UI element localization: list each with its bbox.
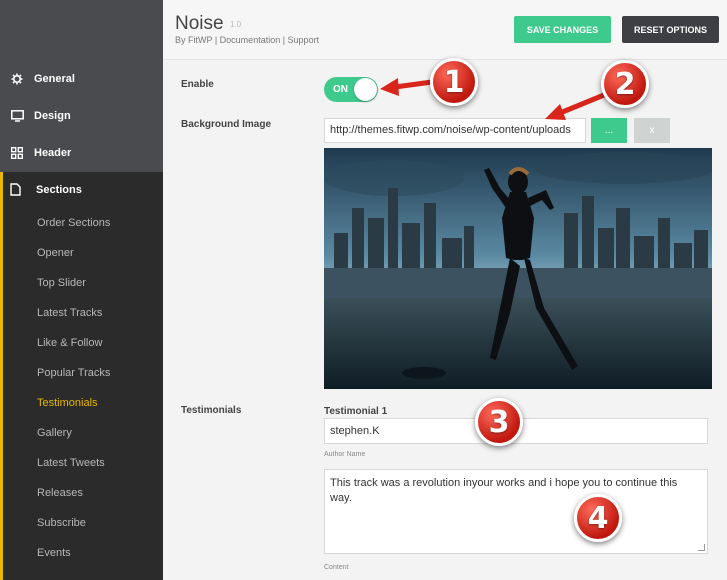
upload-button[interactable]: ... [591, 118, 627, 143]
reset-options-button[interactable]: RESET OPTIONS [622, 16, 719, 43]
sidebar-subitem-events[interactable]: Events [3, 538, 163, 568]
sidebar-item-label: General [34, 72, 75, 85]
testimonials-label: Testimonials [181, 405, 242, 416]
content-textarea[interactable]: This track was a revolution inyour works… [324, 469, 708, 554]
sidebar-sections: Sections Order Sections Opener Top Slide… [0, 172, 163, 580]
version-label: 1.0 [230, 20, 242, 29]
background-image-preview [324, 148, 712, 389]
content-text: This track was a revolution inyour works… [330, 477, 678, 504]
sidebar-subitem-order-sections[interactable]: Order Sections [3, 208, 163, 238]
sidebar-subitem-subscribe[interactable]: Subscribe [3, 508, 163, 538]
monitor-icon [10, 109, 24, 123]
byline-links[interactable]: By FitWP | Documentation | Support [175, 35, 319, 45]
testimonial-title: Testimonial 1 [324, 406, 388, 417]
page-title: Noise [175, 13, 224, 34]
sidebar-item-label: Header [34, 146, 72, 159]
sidebar-item-sections[interactable]: Sections [3, 172, 163, 208]
sidebar-item-design[interactable]: Design [0, 97, 163, 134]
sidebar-subitem-opener[interactable]: Opener [3, 238, 163, 268]
document-icon [10, 183, 24, 197]
sidebar-top [0, 0, 163, 60]
sidebar-subitem-latest-tracks[interactable]: Latest Tracks [3, 298, 163, 328]
sidebar-item-general[interactable]: General [0, 60, 163, 97]
sidebar-subitem-releases[interactable]: Releases [3, 478, 163, 508]
content-hint: Content [324, 564, 349, 571]
sidebar-subitem-top-slider[interactable]: Top Slider [3, 268, 163, 298]
sidebar-item-label: Design [34, 109, 71, 122]
toggle-state-text: ON [333, 84, 348, 95]
toggle-knob [354, 78, 377, 101]
save-changes-button[interactable]: SAVE CHANGES [514, 16, 611, 43]
sidebar-subitem-gallery[interactable]: Gallery [3, 418, 163, 448]
callout-badge-3: 3 [475, 398, 523, 446]
sidebar-subitem-like-follow[interactable]: Like & Follow [3, 328, 163, 358]
sidebar-subitem-latest-tweets[interactable]: Latest Tweets [3, 448, 163, 478]
callout-badge-4: 4 [574, 494, 622, 542]
sidebar-subitem-testimonials[interactable]: Testimonials [3, 388, 163, 418]
page-header: Noise 1.0 By FitWP | Documentation | Sup… [163, 0, 727, 60]
gear-icon [10, 72, 24, 86]
callout-badge-1: 1 [430, 58, 478, 106]
sidebar-subitem-popular-tracks[interactable]: Popular Tracks [3, 358, 163, 388]
author-name-hint: Author Name [324, 451, 366, 458]
background-image-label: Background Image [181, 119, 272, 130]
enable-toggle[interactable]: ON [324, 77, 378, 102]
sidebar-item-label: Sections [36, 184, 82, 196]
enable-label: Enable [181, 79, 214, 90]
callout-badge-2: 2 [601, 60, 649, 108]
remove-image-button[interactable]: x [634, 118, 670, 143]
sidebar-item-header[interactable]: Header [0, 134, 163, 171]
grid-icon [10, 146, 24, 160]
background-url-input[interactable]: http://themes.fitwp.com/noise/wp-content… [324, 118, 586, 143]
resize-handle-icon[interactable] [698, 544, 705, 551]
sidebar-main-menu: General Design Header [0, 60, 163, 172]
